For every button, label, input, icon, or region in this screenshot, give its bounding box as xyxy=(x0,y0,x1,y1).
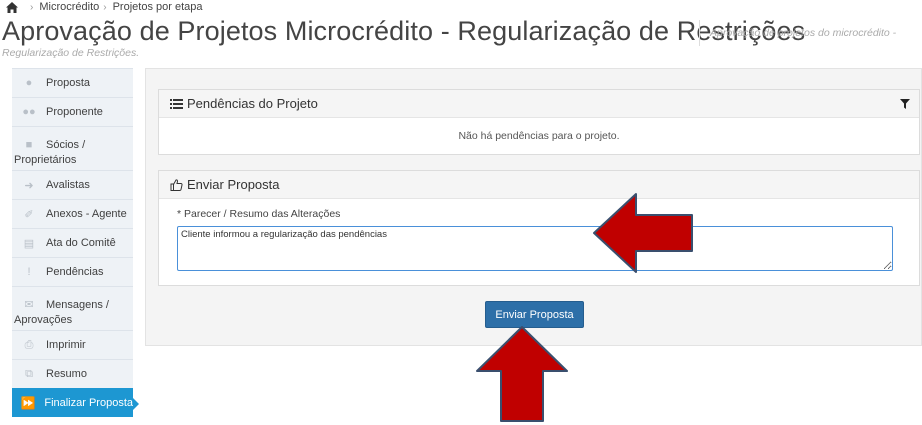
sidebar-item-pendencias[interactable]: ! Pendências xyxy=(12,257,133,286)
breadcrumb-link-projetos[interactable]: Projetos por etapa xyxy=(113,1,203,13)
users-icon: ●● xyxy=(22,106,36,118)
list-icon xyxy=(170,98,183,109)
fast-forward-icon: ⏩ xyxy=(20,396,36,410)
sidebar-item-label: Proponente xyxy=(46,106,103,118)
sidebar-item-label: Imprimir xyxy=(46,339,86,351)
main-panel: Pendências do Projeto Não há pendências … xyxy=(145,68,922,346)
sidebar-item-label: Avalistas xyxy=(46,179,90,191)
sidebar-item-socios[interactable]: ■ Sócios / Proprietários xyxy=(12,126,133,170)
sidebar-item-label: Anexos - Agente xyxy=(46,208,127,220)
pendencias-title: Pendências do Projeto xyxy=(187,96,318,111)
sidebar-item-label-2: Aprovações xyxy=(14,314,73,326)
paperclip-icon: ✐ xyxy=(24,208,34,221)
sidebar-item-proposta[interactable]: ● Proposta xyxy=(12,68,133,97)
sidebar-item-label-2: Proprietários xyxy=(14,154,77,166)
sidebar-item-label: Proposta xyxy=(46,77,91,89)
sidebar-item-imprimir[interactable]: ⎙ Imprimir xyxy=(12,330,133,359)
sidebar-item-label: Mensagens / xyxy=(46,299,109,311)
enviar-proposta-box: Enviar Proposta * Parecer / Resumo das A… xyxy=(158,170,920,286)
envelope-icon: ✉ xyxy=(24,299,34,311)
document-icon: ▤ xyxy=(23,237,35,250)
sidebar-item-label: Resumo xyxy=(46,368,87,380)
enviar-proposta-title: Enviar Proposta xyxy=(187,177,280,192)
home-icon[interactable] xyxy=(6,1,18,13)
page-subtitle: Aprovação de projetos do microcrédito - xyxy=(710,27,897,39)
user-icon: ● xyxy=(25,77,33,89)
pendencias-header: Pendências do Projeto xyxy=(159,90,919,118)
breadcrumb: › Microcrédito › Projetos por etapa xyxy=(6,0,202,14)
sidebar-item-ata[interactable]: ▤ Ata do Comitê xyxy=(12,228,133,257)
pendencias-empty-message: Não há pendências para o projeto. xyxy=(458,130,620,142)
parecer-textarea[interactable]: Cliente informou a regularização das pen… xyxy=(177,226,893,271)
enviar-proposta-header: Enviar Proposta xyxy=(159,171,919,199)
filter-icon[interactable] xyxy=(900,99,910,109)
chevron-right-icon: › xyxy=(103,1,107,13)
sidebar-item-label: Ata do Comitê xyxy=(46,237,116,249)
sidebar-item-proponente[interactable]: ●● Proponente xyxy=(12,97,133,126)
sidebar-item-mensagens[interactable]: ✉ Mensagens / Aprovações xyxy=(12,286,133,330)
print-icon: ⎙ xyxy=(24,338,34,351)
exclamation-icon: ! xyxy=(27,266,31,278)
breadcrumb-link-microcredito[interactable]: Microcrédito xyxy=(39,1,99,13)
sidebar-item-label: Pendências xyxy=(46,266,104,278)
thumbs-up-icon xyxy=(170,178,183,191)
enviar-proposta-button[interactable]: Enviar Proposta xyxy=(485,301,584,328)
parecer-label: * Parecer / Resumo das Alterações xyxy=(177,208,341,220)
pendencias-box: Pendências do Projeto Não há pendências … xyxy=(158,89,920,155)
title-divider xyxy=(699,20,700,46)
annotation-arrow-left-icon xyxy=(593,193,693,273)
sidebar-item-anexos[interactable]: ✐ Anexos - Agente xyxy=(12,199,133,228)
sidebar-item-avalistas[interactable]: ➜ Avalistas xyxy=(12,170,133,199)
chevron-right-icon: › xyxy=(30,1,34,13)
sidebar-item-resumo[interactable]: ⧉ Resumo xyxy=(12,359,133,388)
lock-icon: ■ xyxy=(25,139,33,151)
sign-in-icon: ➜ xyxy=(24,179,34,192)
copy-icon: ⧉ xyxy=(25,367,33,380)
page-title: Aprovação de Projetos Microcrédito - Reg… xyxy=(2,16,806,46)
sidebar-item-finalizar[interactable]: ⏩ Finalizar Proposta xyxy=(12,388,139,417)
sidebar-item-label: Sócios / xyxy=(46,139,86,151)
annotation-arrow-up-icon xyxy=(476,326,568,422)
page-subtitle-continued: Regularização de Restrições. xyxy=(2,47,140,59)
sidebar-item-label: Finalizar Proposta xyxy=(44,397,133,409)
sidebar: ● Proposta ●● Proponente ■ Sócios / Proprie… xyxy=(12,68,139,417)
